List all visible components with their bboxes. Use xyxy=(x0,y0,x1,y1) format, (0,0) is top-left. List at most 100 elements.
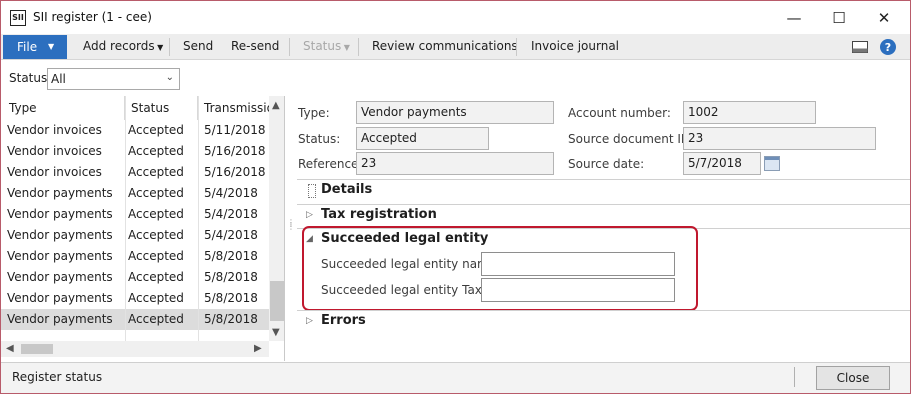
toolbar-separator xyxy=(358,38,359,56)
cell-transmission-date: 5/4/2018 xyxy=(204,207,258,221)
add-records-button[interactable]: Add records ▼ xyxy=(83,34,163,60)
cell-type: Vendor payments xyxy=(7,228,113,242)
cell-status: Accepted xyxy=(128,123,184,137)
resend-button[interactable]: Re-send xyxy=(231,34,279,60)
cell-type: Vendor payments xyxy=(7,312,113,326)
account-number-field: 1002 xyxy=(683,101,816,124)
expand-arrow-icon[interactable]: ▷ xyxy=(306,210,313,220)
cell-status: Accepted xyxy=(128,270,184,284)
toolbar-separator xyxy=(516,38,517,56)
table-row[interactable]: Vendor invoices Accepted 5/11/2018 xyxy=(1,120,269,141)
section-divider xyxy=(297,179,910,180)
caret-down-icon: ▼ xyxy=(341,43,350,52)
window-title: SII register (1 - cee) xyxy=(33,10,152,24)
horizontal-scroll-thumb[interactable] xyxy=(21,344,53,354)
minimize-button[interactable]: — xyxy=(771,3,817,33)
cell-type: Vendor invoices xyxy=(7,144,102,158)
sii-register-window: SII SII register (1 - cee) — ☐ ✕ File ▼ … xyxy=(0,0,911,394)
cell-transmission-date: 5/8/2018 xyxy=(204,291,258,305)
cell-type: Vendor payments xyxy=(7,207,113,221)
status-menu-label: Status xyxy=(303,39,342,53)
source-document-id-label: Source document ID: xyxy=(568,132,695,146)
vertical-scroll-thumb[interactable] xyxy=(270,281,284,321)
table-row[interactable]: Vendor payments Accepted 5/4/2018 xyxy=(1,183,269,204)
cell-status: Accepted xyxy=(128,291,184,305)
column-header-transmission[interactable]: Transmissio xyxy=(198,96,269,120)
errors-section-header[interactable]: Errors xyxy=(321,313,366,328)
cell-transmission-date: 5/8/2018 xyxy=(204,270,258,284)
invoice-journal-button[interactable]: Invoice journal xyxy=(531,34,619,60)
status-bar-divider xyxy=(794,367,795,387)
cell-type: Vendor invoices xyxy=(7,123,102,137)
register-status-text: Register status xyxy=(12,370,103,384)
account-number-label: Account number: xyxy=(568,106,671,120)
status-filter-label: Status: xyxy=(9,71,52,85)
maximize-button[interactable]: ☐ xyxy=(816,3,862,33)
section-divider xyxy=(297,310,910,311)
expand-arrow-icon[interactable]: ▷ xyxy=(306,316,313,326)
cell-status: Accepted xyxy=(128,312,184,326)
type-field: Vendor payments xyxy=(356,101,554,124)
scroll-down-icon[interactable]: ▼ xyxy=(272,327,280,338)
send-button[interactable]: Send xyxy=(183,34,213,60)
list-body: Vendor invoices Accepted 5/11/2018 Vendor i… xyxy=(1,120,269,341)
table-row[interactable]: Vendor payments Accepted 5/8/2018 xyxy=(1,267,269,288)
cell-type: Vendor payments xyxy=(7,249,113,263)
status-filter-value: All xyxy=(51,72,66,86)
status-bar xyxy=(1,362,910,393)
file-menu-button[interactable]: File ▼ xyxy=(3,35,67,59)
cell-transmission-date: 5/4/2018 xyxy=(204,186,258,200)
table-row[interactable]: Vendor payments Accepted 5/8/2018 xyxy=(1,246,269,267)
table-row[interactable]: Vendor invoices Accepted 5/16/2018 xyxy=(1,162,269,183)
caret-down-icon: ▼ xyxy=(154,43,164,52)
close-button[interactable]: Close xyxy=(816,366,890,390)
column-header-type[interactable]: Type xyxy=(1,96,125,120)
calendar-icon[interactable] xyxy=(764,156,780,171)
cell-type: Vendor invoices xyxy=(7,165,102,179)
scroll-right-icon[interactable]: ▶ xyxy=(254,343,262,354)
table-row[interactable]: Vendor invoices Accepted 5/16/2018 xyxy=(1,141,269,162)
toolbar-separator xyxy=(169,38,170,56)
toolbar-separator xyxy=(289,38,290,56)
reference-field: 23 xyxy=(356,152,554,175)
status-menu-button[interactable]: Status ▼ xyxy=(303,34,350,60)
cell-status: Accepted xyxy=(128,186,184,200)
source-document-id-field: 23 xyxy=(683,127,876,150)
caret-down-icon: ▼ xyxy=(48,42,55,51)
factbox-toggle-icon[interactable] xyxy=(851,38,869,56)
cell-type: Vendor payments xyxy=(7,291,113,305)
table-row[interactable]: Vendor payments Accepted 5/4/2018 xyxy=(1,225,269,246)
splitter-handle[interactable]: ⋮ ⋮ xyxy=(287,219,295,235)
cell-type: Vendor payments xyxy=(7,270,113,284)
status-filter-select[interactable]: All ⌄ xyxy=(47,68,180,90)
table-row[interactable]: Vendor payments Accepted 5/8/2018 xyxy=(1,309,269,330)
expand-details-icon[interactable] xyxy=(308,184,316,198)
status-label: Status: xyxy=(298,132,341,146)
scroll-left-icon[interactable]: ◀ xyxy=(6,343,14,354)
column-header-status[interactable]: Status xyxy=(125,96,198,120)
cell-status: Accepted xyxy=(128,144,184,158)
cell-transmission-date: 5/8/2018 xyxy=(204,249,258,263)
svg-text:?: ? xyxy=(885,41,891,54)
list-header: Type Status Transmissio xyxy=(1,96,284,120)
scroll-up-icon[interactable]: ▲ xyxy=(272,100,280,111)
cell-transmission-date: 5/8/2018 xyxy=(204,312,258,326)
cell-transmission-date: 5/4/2018 xyxy=(204,228,258,242)
type-label: Type: xyxy=(298,106,330,120)
close-window-button[interactable]: ✕ xyxy=(861,3,907,33)
review-communications-button[interactable]: Review communications xyxy=(372,34,518,60)
section-divider xyxy=(297,204,910,205)
help-icon[interactable]: ? xyxy=(879,38,897,56)
cell-transmission-date: 5/11/2018 xyxy=(204,123,266,137)
table-row[interactable]: Vendor payments Accepted 5/4/2018 xyxy=(1,204,269,225)
source-date-field: 5/7/2018 xyxy=(683,152,761,175)
source-date-label: Source date: xyxy=(568,157,645,171)
details-section-header[interactable]: Details xyxy=(321,182,372,197)
cell-type: Vendor payments xyxy=(7,186,113,200)
tax-registration-section-header[interactable]: Tax registration xyxy=(321,207,437,222)
cell-status: Accepted xyxy=(128,165,184,179)
reference-label: Reference: xyxy=(298,157,363,171)
add-records-label: Add records xyxy=(83,39,155,53)
highlight-annotation xyxy=(302,226,698,311)
table-row[interactable]: Vendor payments Accepted 5/8/2018 xyxy=(1,288,269,309)
